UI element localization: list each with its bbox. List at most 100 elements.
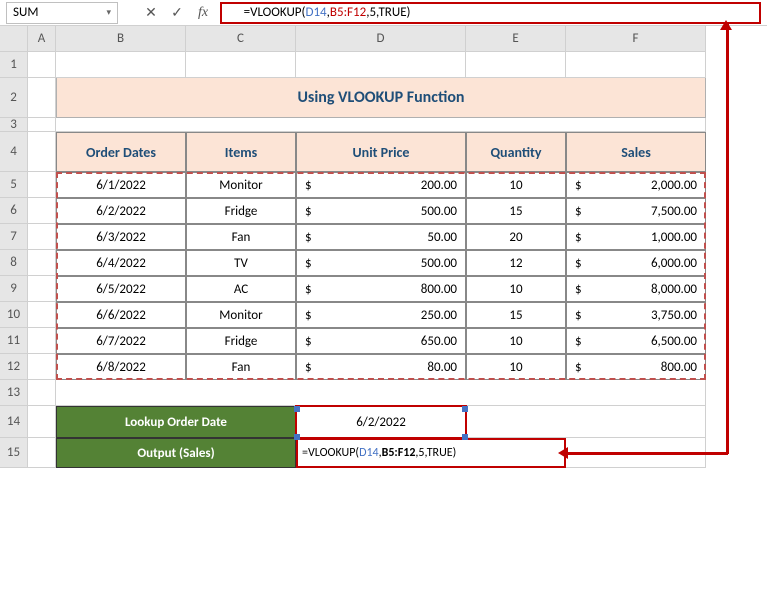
- cell-a11[interactable]: [28, 328, 56, 354]
- cell-c9[interactable]: AC: [186, 276, 296, 302]
- col-header-f[interactable]: F: [566, 26, 706, 52]
- cell-c11[interactable]: Fridge: [186, 328, 296, 354]
- row-header-2[interactable]: 2: [0, 78, 28, 118]
- cell-b7[interactable]: 6/3/2022: [56, 224, 186, 250]
- col-header-c[interactable]: C: [186, 26, 296, 52]
- cell-e5[interactable]: 10: [466, 172, 566, 198]
- cell-a6[interactable]: [28, 198, 56, 224]
- formula-bar[interactable]: =VLOOKUP(D14,B5:F12,5,TRUE): [220, 2, 761, 24]
- row-header-15[interactable]: 15: [0, 438, 28, 468]
- cell-a7[interactable]: [28, 224, 56, 250]
- cell-d10[interactable]: $250.00: [296, 302, 466, 328]
- row-header-14[interactable]: 14: [0, 406, 28, 438]
- cell-b9[interactable]: 6/5/2022: [56, 276, 186, 302]
- cell-f12[interactable]: $800.00: [566, 354, 706, 380]
- row-header-4[interactable]: 4: [0, 132, 28, 172]
- cell-b12[interactable]: 6/8/2022: [56, 354, 186, 380]
- cell-f9[interactable]: $8,000.00: [566, 276, 706, 302]
- cell-a4[interactable]: [28, 132, 56, 172]
- row-header-8[interactable]: 8: [0, 250, 28, 276]
- name-box-dropdown-icon[interactable]: ▾: [106, 7, 111, 18]
- spreadsheet-grid[interactable]: A B C D E F 1 2 Using VLOOKUP Function 3…: [0, 26, 767, 468]
- cell-a8[interactable]: [28, 250, 56, 276]
- cell-row3[interactable]: [56, 118, 706, 132]
- cell-c1[interactable]: [186, 52, 296, 78]
- select-all-corner[interactable]: [0, 26, 28, 52]
- cell-d11[interactable]: $650.00: [296, 328, 466, 354]
- cell-d7[interactable]: $50.00: [296, 224, 466, 250]
- cell-c10[interactable]: Monitor: [186, 302, 296, 328]
- cell-a2[interactable]: [28, 78, 56, 118]
- cancel-button[interactable]: ✕: [138, 2, 164, 24]
- cell-a10[interactable]: [28, 302, 56, 328]
- cell-c12[interactable]: Fan: [186, 354, 296, 380]
- row-header-6[interactable]: 6: [0, 198, 28, 224]
- cell-a9[interactable]: [28, 276, 56, 302]
- cell-row13[interactable]: [56, 380, 706, 406]
- cell-e9[interactable]: 10: [466, 276, 566, 302]
- cell-c8[interactable]: TV: [186, 250, 296, 276]
- enter-button[interactable]: ✓: [164, 2, 190, 24]
- cell-b10[interactable]: 6/6/2022: [56, 302, 186, 328]
- cell-d12[interactable]: $80.00: [296, 354, 466, 380]
- row-header-1[interactable]: 1: [0, 52, 28, 78]
- row-header-3[interactable]: 3: [0, 118, 28, 132]
- cell-a5[interactable]: [28, 172, 56, 198]
- cell-b5[interactable]: 6/1/2022: [56, 172, 186, 198]
- header-order-dates[interactable]: Order Dates: [56, 132, 186, 172]
- cell-f5[interactable]: $2,000.00: [566, 172, 706, 198]
- cell-a3[interactable]: [28, 118, 56, 132]
- cell-d5[interactable]: $200.00: [296, 172, 466, 198]
- output-label[interactable]: Output (Sales): [56, 438, 296, 468]
- output-cell[interactable]: =VLOOKUP(D14,B5:F12,5,TRUE): [296, 438, 566, 468]
- cell-b6[interactable]: 6/2/2022: [56, 198, 186, 224]
- lookup-date-label[interactable]: Lookup Order Date: [56, 406, 296, 438]
- header-sales[interactable]: Sales: [566, 132, 706, 172]
- cell-e11[interactable]: 10: [466, 328, 566, 354]
- header-items[interactable]: Items: [186, 132, 296, 172]
- cell-d6[interactable]: $500.00: [296, 198, 466, 224]
- cell-b8[interactable]: 6/4/2022: [56, 250, 186, 276]
- cell-b11[interactable]: 6/7/2022: [56, 328, 186, 354]
- row-header-12[interactable]: 12: [0, 354, 28, 380]
- cell-e14f14[interactable]: [466, 406, 706, 438]
- row-header-10[interactable]: 10: [0, 302, 28, 328]
- header-quantity[interactable]: Quantity: [466, 132, 566, 172]
- row-header-13[interactable]: 13: [0, 380, 28, 406]
- cell-f1[interactable]: [566, 52, 706, 78]
- cell-e8[interactable]: 12: [466, 250, 566, 276]
- cell-a14[interactable]: [28, 406, 56, 438]
- cell-f10[interactable]: $3,750.00: [566, 302, 706, 328]
- row-header-7[interactable]: 7: [0, 224, 28, 250]
- cell-e12[interactable]: 10: [466, 354, 566, 380]
- cell-a15[interactable]: [28, 438, 56, 468]
- cell-c7[interactable]: Fan: [186, 224, 296, 250]
- cell-d1[interactable]: [296, 52, 466, 78]
- col-header-b[interactable]: B: [56, 26, 186, 52]
- col-header-d[interactable]: D: [296, 26, 466, 52]
- cell-e7[interactable]: 20: [466, 224, 566, 250]
- cell-b1[interactable]: [56, 52, 186, 78]
- cell-a13[interactable]: [28, 380, 56, 406]
- cell-f7[interactable]: $1,000.00: [566, 224, 706, 250]
- cell-f8[interactable]: $6,000.00: [566, 250, 706, 276]
- cell-c5[interactable]: Monitor: [186, 172, 296, 198]
- title-cell[interactable]: Using VLOOKUP Function: [56, 78, 706, 118]
- cell-c6[interactable]: Fridge: [186, 198, 296, 224]
- cell-d8[interactable]: $500.00: [296, 250, 466, 276]
- col-header-a[interactable]: A: [28, 26, 56, 52]
- col-header-e[interactable]: E: [466, 26, 566, 52]
- cell-f6[interactable]: $7,500.00: [566, 198, 706, 224]
- cell-d9[interactable]: $800.00: [296, 276, 466, 302]
- insert-function-button[interactable]: fx: [190, 2, 216, 24]
- cell-e6[interactable]: 15: [466, 198, 566, 224]
- row-header-11[interactable]: 11: [0, 328, 28, 354]
- cell-a12[interactable]: [28, 354, 56, 380]
- cell-e10[interactable]: 15: [466, 302, 566, 328]
- cell-f11[interactable]: $6,500.00: [566, 328, 706, 354]
- name-box[interactable]: SUM ▾: [6, 2, 118, 24]
- cell-e1[interactable]: [466, 52, 566, 78]
- row-header-5[interactable]: 5: [0, 172, 28, 198]
- cell-a1[interactable]: [28, 52, 56, 78]
- lookup-date-value[interactable]: 6/2/2022: [296, 406, 466, 438]
